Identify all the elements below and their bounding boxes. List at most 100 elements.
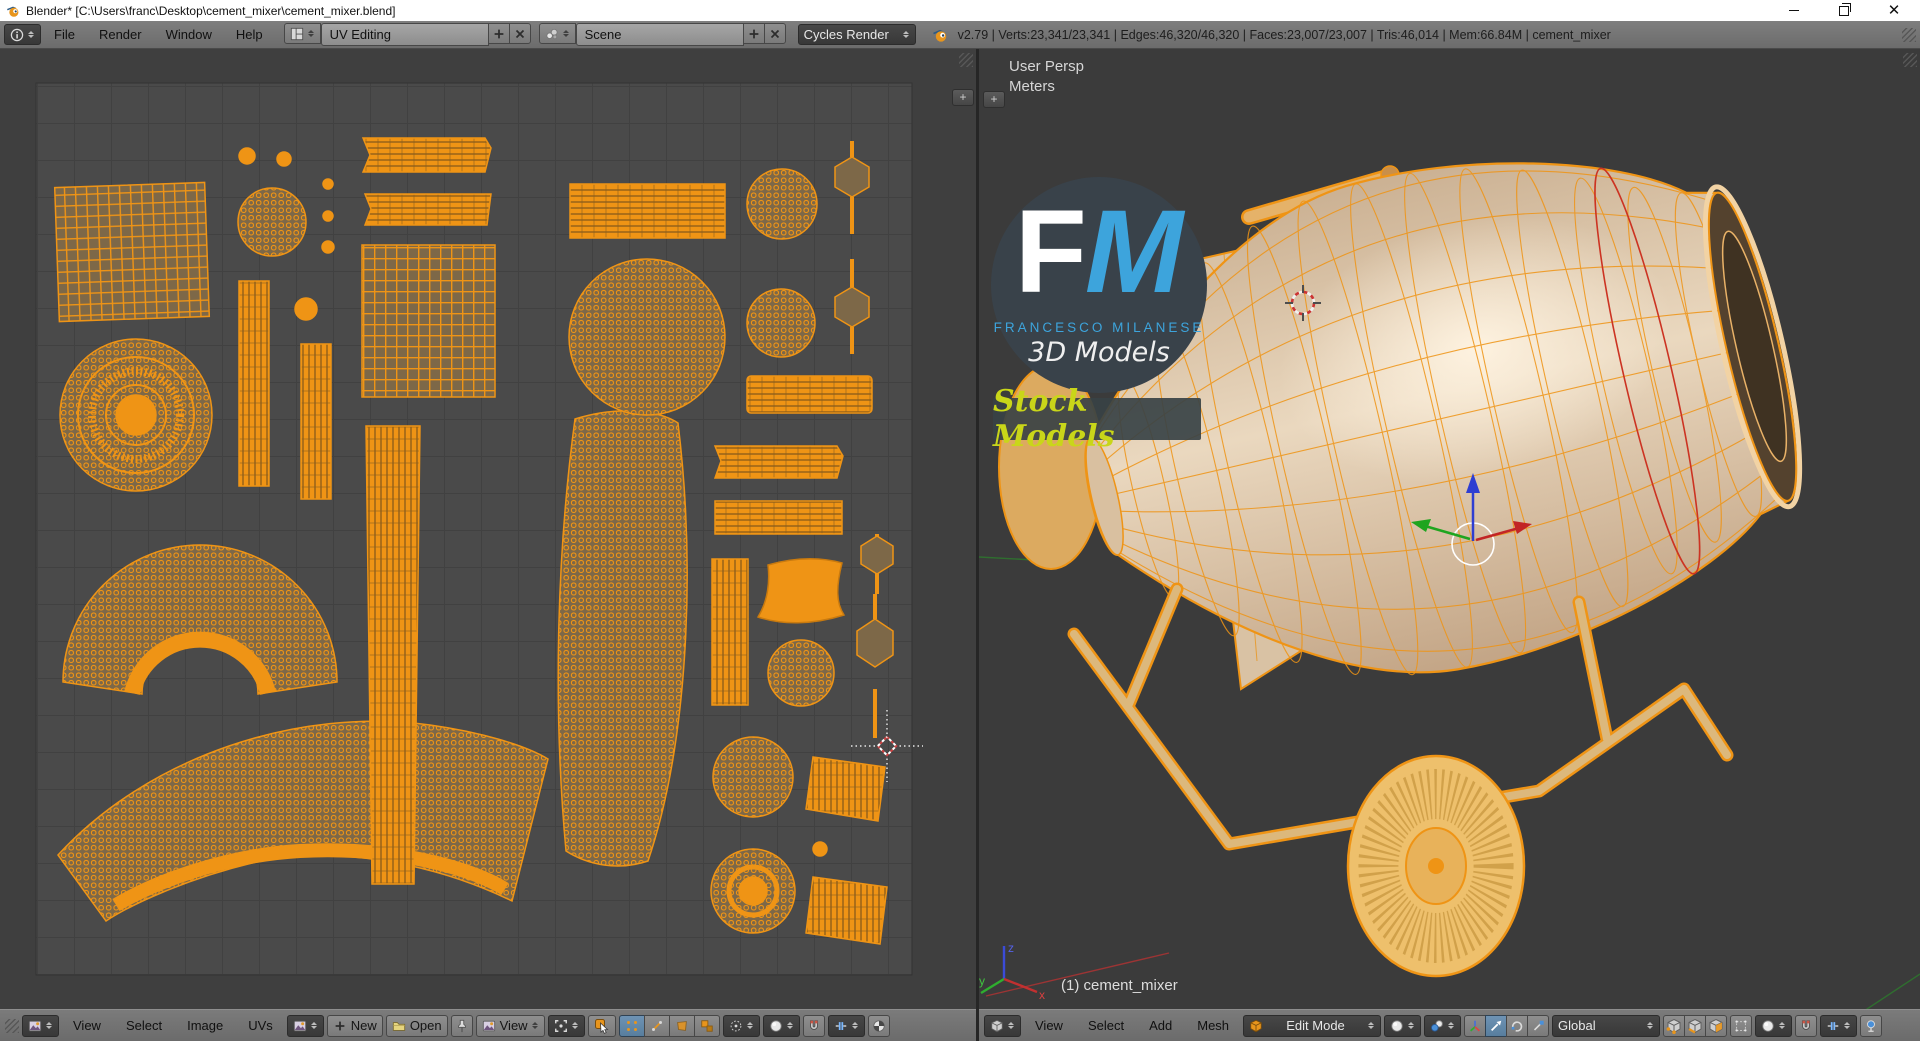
uv-island[interactable] xyxy=(361,244,496,398)
mesh-select-vertex-button[interactable] xyxy=(1663,1014,1686,1037)
uv-select-vertex-button[interactable] xyxy=(618,1014,645,1037)
uv-sticky-select-dropdown[interactable] xyxy=(722,1014,760,1037)
render-engine-dropdown[interactable]: Cycles Render xyxy=(797,24,916,45)
translate-manipulator-button[interactable] xyxy=(1485,1014,1508,1037)
menu-help[interactable]: Help xyxy=(225,22,274,48)
uv-island[interactable] xyxy=(321,240,335,254)
snap-toggle[interactable] xyxy=(1795,1014,1818,1037)
uv-region-expand-button[interactable]: + xyxy=(952,89,974,106)
uv-menu-image[interactable]: Image xyxy=(176,1013,234,1039)
menu-window[interactable]: Window xyxy=(155,22,223,48)
uv-snap-element-dropdown[interactable] xyxy=(827,1014,865,1037)
toolshelf-expand-button[interactable]: + xyxy=(983,91,1005,108)
uv-sync-selection-toggle[interactable] xyxy=(587,1014,616,1037)
limit-selection-visible-toggle[interactable] xyxy=(1730,1014,1753,1037)
mode-dropdown[interactable]: Edit Mode xyxy=(1243,1014,1382,1037)
v3d-menu-select[interactable]: Select xyxy=(1077,1013,1135,1039)
mesh-select-face-button[interactable] xyxy=(1705,1014,1728,1037)
area-corner-grip[interactable] xyxy=(959,53,973,67)
info-editor-dropdown[interactable] xyxy=(4,24,41,45)
uv-island[interactable] xyxy=(805,876,888,945)
uv-island[interactable] xyxy=(714,500,843,535)
uv-select-face-button[interactable] xyxy=(668,1014,695,1037)
uv-island[interactable] xyxy=(363,193,492,226)
viewport-canvas[interactable]: z y x User Persp Meters (1) cement_mixer… xyxy=(979,49,1920,1009)
uv-island[interactable] xyxy=(322,178,334,190)
viewport-editor-type-dropdown[interactable] xyxy=(984,1014,1021,1037)
uv-island[interactable] xyxy=(756,557,846,624)
restore-button[interactable] xyxy=(1836,2,1852,19)
uv-island[interactable] xyxy=(746,375,873,414)
uv-proportional-edit-dropdown[interactable] xyxy=(762,1014,800,1037)
manipulator-toggle[interactable] xyxy=(1464,1014,1487,1037)
scene-delete-button[interactable] xyxy=(763,23,786,44)
area-corner-grip[interactable] xyxy=(1903,53,1917,67)
mesh-select-edge-button[interactable] xyxy=(1684,1014,1707,1037)
scene-dropdown[interactable] xyxy=(538,23,576,44)
scale-manipulator-button[interactable] xyxy=(1527,1014,1550,1037)
uv-islands-svg[interactable] xyxy=(0,49,976,1009)
close-button[interactable]: ✕ xyxy=(1886,3,1902,19)
uv-island[interactable] xyxy=(238,280,270,487)
uv-select-edge-button[interactable] xyxy=(643,1014,670,1037)
image-browse-dropdown[interactable] xyxy=(286,1014,324,1037)
uv-draw-other-objects-button[interactable] xyxy=(867,1014,890,1037)
uv-menu-view[interactable]: View xyxy=(62,1013,112,1039)
uv-canvas[interactable]: + xyxy=(0,49,976,1009)
uv-island[interactable] xyxy=(569,183,726,239)
uv-island[interactable] xyxy=(294,297,318,321)
image-new-button[interactable]: New xyxy=(326,1014,383,1037)
uv-menu-uvs[interactable]: UVs xyxy=(237,1013,284,1039)
uv-island[interactable] xyxy=(365,425,421,885)
uv-island[interactable] xyxy=(710,848,796,934)
uv-island[interactable] xyxy=(711,558,749,706)
workspace-delete-button[interactable] xyxy=(508,23,531,44)
uv-snap-toggle[interactable] xyxy=(802,1014,825,1037)
v3d-menu-mesh[interactable]: Mesh xyxy=(1186,1013,1240,1039)
uv-menu-select[interactable]: Select xyxy=(115,1013,173,1039)
image-open-button[interactable]: Open xyxy=(385,1014,448,1037)
display-channels-dropdown[interactable]: View xyxy=(475,1014,545,1037)
viewport-shading-dropdown[interactable] xyxy=(1384,1014,1422,1037)
uv-island[interactable] xyxy=(361,137,492,173)
uv-island[interactable] xyxy=(713,445,844,479)
scene-field[interactable]: Scene xyxy=(575,23,744,46)
front-wheel[interactable] xyxy=(1346,754,1526,978)
uv-island[interactable] xyxy=(300,343,332,500)
area-corner-grip[interactable] xyxy=(5,1018,19,1033)
uv-island[interactable] xyxy=(238,147,256,165)
uv-island[interactable] xyxy=(568,258,726,416)
menu-render[interactable]: Render xyxy=(88,22,153,48)
workspace-field[interactable]: UV Editing xyxy=(320,23,489,46)
uv-island[interactable] xyxy=(746,288,816,358)
rotate-manipulator-button[interactable] xyxy=(1506,1014,1529,1037)
uv-island[interactable] xyxy=(767,639,835,707)
pivot-point-dropdown[interactable] xyxy=(547,1014,585,1037)
uv-island[interactable] xyxy=(322,210,334,222)
image-pin-button[interactable] xyxy=(450,1014,473,1037)
uv-island[interactable] xyxy=(53,181,211,323)
uv-island[interactable] xyxy=(812,841,828,857)
screen-layout-dropdown[interactable] xyxy=(283,23,321,44)
render-opengl-button[interactable] xyxy=(1860,1014,1883,1037)
minimize-button[interactable] xyxy=(1786,3,1802,19)
uv-editor-type-dropdown[interactable] xyxy=(22,1014,59,1037)
scene-add-button[interactable] xyxy=(742,23,765,44)
uv-island[interactable] xyxy=(276,151,292,167)
uv-island[interactable] xyxy=(805,756,886,822)
menu-file[interactable]: File xyxy=(43,22,86,48)
uv-island[interactable] xyxy=(237,187,307,257)
uv-island[interactable] xyxy=(712,736,794,818)
resize-grip[interactable] xyxy=(1902,27,1916,42)
uv-island[interactable] xyxy=(746,168,818,240)
dropdown-arrows-icon xyxy=(902,28,910,41)
transform-orientation-dropdown[interactable]: Global xyxy=(1552,1014,1661,1037)
uv-island[interactable] xyxy=(59,338,213,492)
v3d-menu-add[interactable]: Add xyxy=(1138,1013,1183,1039)
pivot-center-dropdown[interactable] xyxy=(1424,1014,1462,1037)
workspace-add-button[interactable] xyxy=(487,23,510,44)
v3d-menu-view[interactable]: View xyxy=(1024,1013,1074,1039)
uv-select-island-button[interactable] xyxy=(693,1014,720,1037)
snap-element-dropdown[interactable] xyxy=(1820,1014,1858,1037)
proportional-edit-dropdown[interactable] xyxy=(1755,1014,1793,1037)
